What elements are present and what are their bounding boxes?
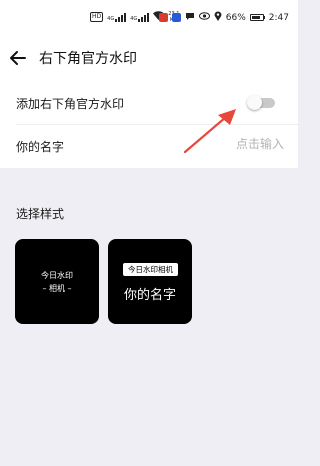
- status-bar: HD 4G 4G 23.1 K/s 66% 2: [0, 0, 298, 34]
- signal-1-label: 4G: [107, 15, 115, 22]
- style-card-1[interactable]: 今日水印 – 相机 –: [15, 239, 99, 324]
- back-arrow-icon: [10, 51, 26, 65]
- name-label: 你的名字: [16, 140, 65, 154]
- back-button[interactable]: [6, 46, 30, 70]
- settings-list: 添加右下角官方水印 你的名字: [0, 82, 298, 168]
- hd-badge: HD: [90, 12, 104, 22]
- clock: 2:47: [268, 12, 289, 23]
- status-right: 66% 2:47: [158, 11, 289, 24]
- name-row[interactable]: 你的名字: [0, 125, 298, 168]
- battery-icon: [249, 14, 265, 21]
- annotation-arrow-icon: [183, 109, 236, 154]
- watermark-toggle-row[interactable]: 添加右下角官方水印: [0, 82, 298, 125]
- app-notification-icon: [158, 13, 168, 22]
- signal-2-label: 4G: [130, 15, 138, 22]
- watermark-toggle-label: 添加右下角官方水印: [16, 97, 125, 111]
- app-header: 右下角官方水印: [0, 34, 298, 82]
- card-2-name-text: 你的名字: [123, 288, 176, 303]
- signal-1-icon: 4G: [107, 12, 127, 22]
- watermark-toggle[interactable]: [247, 95, 275, 110]
- battery-percent: 66%: [225, 12, 246, 23]
- styles-section-title: 选择样式: [16, 207, 65, 221]
- style-card-2[interactable]: 今日水印相机 你的名字: [108, 239, 192, 324]
- card-1-line-2: – 相机 –: [42, 284, 72, 293]
- app-notification-icon: [171, 13, 181, 22]
- card-2-brand-badge: 今日水印相机: [123, 263, 178, 276]
- eye-icon: [198, 12, 210, 23]
- location-icon: [214, 11, 222, 24]
- page-title: 右下角官方水印: [39, 51, 137, 67]
- toggle-knob: [247, 95, 262, 110]
- chat-icon: [185, 12, 195, 24]
- signal-2-icon: 4G: [130, 12, 150, 22]
- card-1-line-1: 今日水印: [41, 271, 73, 280]
